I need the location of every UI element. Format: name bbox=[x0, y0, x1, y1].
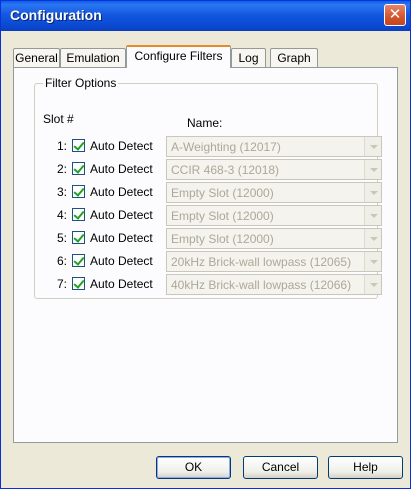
title-bar[interactable]: Configuration ✕ bbox=[1, 1, 410, 31]
tab-label: Graph bbox=[277, 51, 311, 65]
filter-name-value: A-Weighting (12017) bbox=[171, 140, 281, 154]
slot-number: 6: bbox=[56, 254, 67, 268]
close-button[interactable]: ✕ bbox=[384, 4, 406, 26]
auto-detect-label[interactable]: Auto Detect bbox=[90, 185, 153, 199]
filter-row-7: 7: Auto Detect 40kHz Brick-wall lowpass … bbox=[35, 274, 382, 296]
filter-name-value: Empty Slot (12000) bbox=[171, 209, 274, 223]
slot-number: 4: bbox=[56, 208, 67, 222]
chevron-down-icon[interactable] bbox=[364, 206, 381, 225]
auto-detect-label[interactable]: Auto Detect bbox=[90, 139, 153, 153]
filter-name-select[interactable]: A-Weighting (12017) bbox=[166, 136, 382, 157]
filter-row-2: 2: Auto Detect CCIR 468-3 (12018) bbox=[35, 159, 382, 181]
auto-detect-checkbox[interactable] bbox=[72, 139, 85, 152]
slot-number: 7: bbox=[56, 277, 67, 291]
configuration-dialog: Configuration ✕ General Emulation Config… bbox=[0, 0, 411, 489]
filter-name-select[interactable]: 40kHz Brick-wall lowpass (12066) bbox=[166, 274, 382, 295]
chevron-down-icon[interactable] bbox=[364, 137, 381, 156]
name-header: Name: bbox=[187, 116, 223, 130]
tab-panel: Filter Options Slot # Name: 1: Auto Dete… bbox=[13, 67, 398, 443]
filter-name-select[interactable]: CCIR 468-3 (12018) bbox=[166, 159, 382, 180]
tab-label: Configure Filters bbox=[134, 49, 223, 63]
auto-detect-label[interactable]: Auto Detect bbox=[90, 277, 153, 291]
close-icon: ✕ bbox=[388, 6, 402, 23]
tab-label: General bbox=[15, 51, 58, 65]
group-legend: Filter Options bbox=[43, 76, 119, 90]
filter-name-select[interactable]: Empty Slot (12000) bbox=[166, 205, 382, 226]
tab-label: Emulation bbox=[66, 51, 120, 65]
window-title: Configuration bbox=[10, 7, 102, 23]
filter-name-value: Empty Slot (12000) bbox=[171, 232, 274, 246]
filter-row-3: 3: Auto Detect Empty Slot (12000) bbox=[35, 182, 382, 204]
auto-detect-checkbox[interactable] bbox=[72, 277, 85, 290]
slot-number: 1: bbox=[56, 139, 67, 153]
filter-name-value: Empty Slot (12000) bbox=[171, 186, 274, 200]
tab-general[interactable]: General bbox=[13, 48, 60, 68]
tab-graph[interactable]: Graph bbox=[270, 48, 318, 68]
auto-detect-label[interactable]: Auto Detect bbox=[90, 162, 153, 176]
chevron-down-icon[interactable] bbox=[364, 252, 381, 271]
tab-log[interactable]: Log bbox=[231, 48, 266, 68]
filter-options-group: Filter Options Slot # Name: 1: Auto Dete… bbox=[34, 76, 382, 299]
auto-detect-label[interactable]: Auto Detect bbox=[90, 231, 153, 245]
filter-name-value: 40kHz Brick-wall lowpass (12066) bbox=[171, 278, 352, 292]
filter-name-select[interactable]: Empty Slot (12000) bbox=[166, 182, 382, 203]
filter-row-1: 1: Auto Detect A-Weighting (12017) bbox=[35, 136, 382, 158]
auto-detect-checkbox[interactable] bbox=[72, 185, 85, 198]
tab-configure-filters[interactable]: Configure Filters bbox=[126, 45, 231, 68]
help-button[interactable]: Help bbox=[328, 456, 403, 479]
filter-row-4: 4: Auto Detect Empty Slot (12000) bbox=[35, 205, 382, 227]
chevron-down-icon[interactable] bbox=[364, 183, 381, 202]
slot-number: 3: bbox=[56, 185, 67, 199]
slot-header: Slot # bbox=[43, 112, 74, 126]
filter-name-select[interactable]: 20kHz Brick-wall lowpass (12065) bbox=[166, 251, 382, 272]
auto-detect-checkbox[interactable] bbox=[72, 162, 85, 175]
filter-name-value: CCIR 468-3 (12018) bbox=[171, 163, 280, 177]
slot-number: 5: bbox=[56, 231, 67, 245]
chevron-down-icon[interactable] bbox=[364, 160, 381, 179]
auto-detect-checkbox[interactable] bbox=[72, 254, 85, 267]
filter-row-6: 6: Auto Detect 20kHz Brick-wall lowpass … bbox=[35, 251, 382, 273]
auto-detect-label[interactable]: Auto Detect bbox=[90, 208, 153, 222]
filter-name-select[interactable]: Empty Slot (12000) bbox=[166, 228, 382, 249]
chevron-down-icon[interactable] bbox=[364, 229, 381, 248]
cancel-button[interactable]: Cancel bbox=[243, 456, 318, 479]
ok-button[interactable]: OK bbox=[156, 456, 231, 479]
chevron-down-icon[interactable] bbox=[364, 275, 381, 294]
auto-detect-checkbox[interactable] bbox=[72, 231, 85, 244]
auto-detect-checkbox[interactable] bbox=[72, 208, 85, 221]
tab-label: Log bbox=[238, 51, 259, 65]
filter-row-5: 5: Auto Detect Empty Slot (12000) bbox=[35, 228, 382, 250]
filter-name-value: 20kHz Brick-wall lowpass (12065) bbox=[171, 255, 352, 269]
auto-detect-label[interactable]: Auto Detect bbox=[90, 254, 153, 268]
slot-number: 2: bbox=[56, 162, 67, 176]
tab-emulation[interactable]: Emulation bbox=[60, 48, 126, 68]
